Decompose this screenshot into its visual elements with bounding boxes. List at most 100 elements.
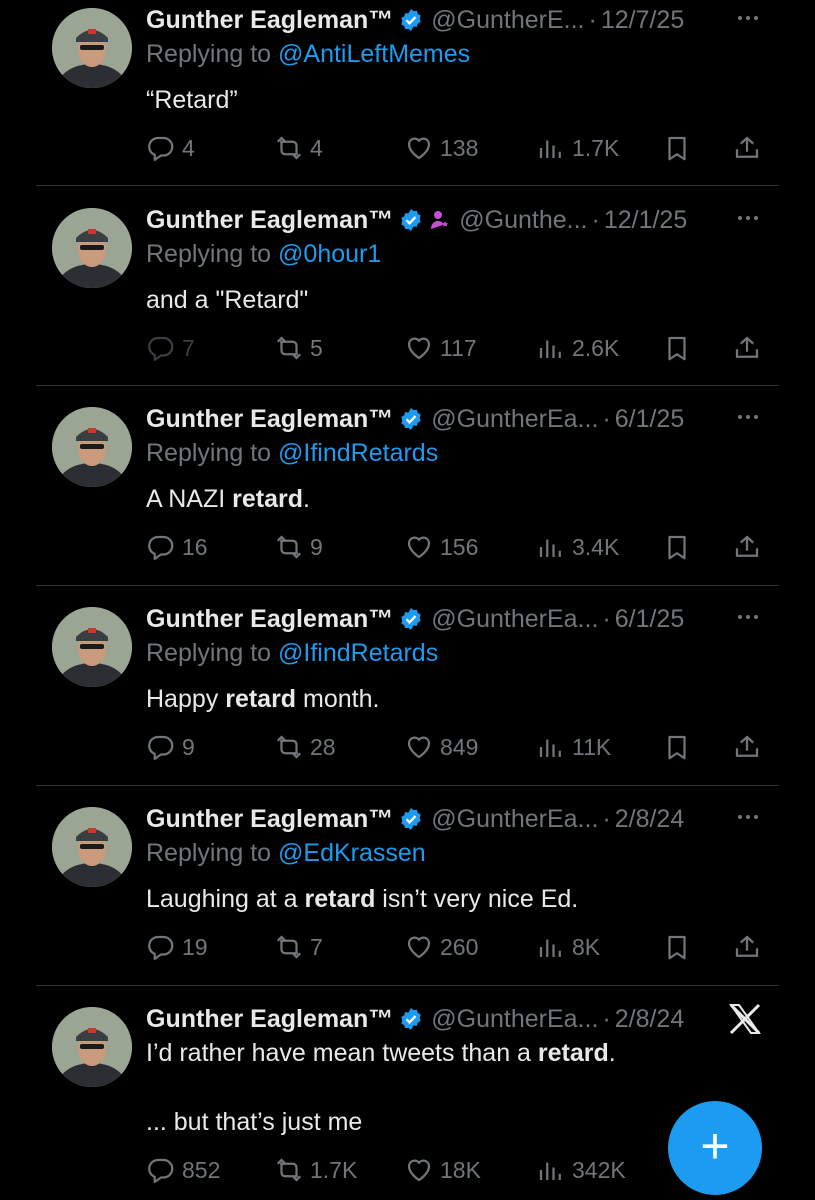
like-count: 260	[440, 933, 479, 960]
reply-button[interactable]: 19	[146, 930, 208, 964]
reply-button[interactable]: 16	[146, 530, 208, 564]
compose-button[interactable]: +	[668, 1101, 762, 1195]
replying-to-label: Replying to	[146, 439, 272, 467]
repost-icon	[276, 1158, 302, 1182]
author-name[interactable]: Gunther Eagleman™	[146, 605, 393, 634]
avatar[interactable]	[52, 208, 132, 288]
tweet-date[interactable]: 2/8/24	[615, 805, 685, 834]
author-handle[interactable]: @Gunthe...	[459, 206, 587, 235]
author-handle[interactable]: @GuntherEa...	[431, 405, 598, 434]
like-button[interactable]: 156	[404, 530, 478, 564]
mention-link[interactable]: @EdKrassen	[278, 839, 426, 867]
author-name[interactable]: Gunther Eagleman™	[146, 206, 393, 235]
views-button[interactable]: 342K	[536, 1153, 626, 1187]
share-button[interactable]	[732, 930, 768, 964]
bookmark-button[interactable]	[662, 530, 698, 564]
x-logo-icon[interactable]	[727, 1001, 763, 1037]
tweet-text-part: .	[303, 485, 310, 513]
author-handle[interactable]: @GuntherEa...	[431, 805, 598, 834]
repost-button[interactable]: 4	[274, 131, 323, 165]
bookmark-button[interactable]	[662, 930, 698, 964]
replying-to: Replying to @IfindRetards	[146, 439, 438, 468]
repost-count: 5	[310, 334, 323, 361]
tweet[interactable]: Gunther Eagleman™ @GuntherEa... · 6/1/25…	[0, 586, 815, 786]
repost-button[interactable]: 7	[274, 930, 323, 964]
more-dots-icon[interactable]	[735, 8, 761, 28]
views-count: 11K	[572, 733, 612, 760]
share-icon	[735, 535, 759, 557]
author-name[interactable]: Gunther Eagleman™	[146, 1005, 393, 1034]
tweet[interactable]: Gunther Eagleman™ @GuntherE... · 12/7/25…	[0, 0, 815, 186]
mention-link[interactable]: @IfindRetards	[278, 639, 438, 667]
like-button[interactable]: 138	[404, 131, 478, 165]
views-button[interactable]: 11K	[536, 730, 611, 764]
reply-button[interactable]: 7	[146, 331, 195, 365]
repost-button[interactable]: 28	[274, 730, 336, 764]
replying-to: Replying to @IfindRetards	[146, 639, 438, 668]
share-button[interactable]	[732, 131, 768, 165]
views-button[interactable]: 1.7K	[536, 131, 619, 165]
tweet-text-part: .	[608, 1039, 616, 1067]
repost-button[interactable]: 5	[274, 331, 323, 365]
avatar[interactable]	[52, 807, 132, 887]
separator-dot: ·	[588, 5, 597, 34]
bookmark-button[interactable]	[662, 331, 698, 365]
more-dots-icon[interactable]	[735, 607, 761, 627]
views-button[interactable]: 3.4K	[536, 530, 619, 564]
views-button[interactable]: 8K	[536, 930, 600, 964]
tweet-date[interactable]: 6/1/25	[615, 405, 685, 434]
reply-count: 16	[182, 533, 208, 560]
avatar[interactable]	[52, 1007, 132, 1087]
avatar[interactable]	[52, 8, 132, 88]
reply-button[interactable]: 852	[146, 1153, 220, 1187]
like-button[interactable]: 849	[404, 730, 478, 764]
more-dots-icon[interactable]	[735, 407, 761, 427]
repost-button[interactable]: 1.7K	[274, 1153, 357, 1187]
author-handle[interactable]: @GuntherEa...	[431, 1005, 598, 1034]
repost-icon	[276, 535, 302, 559]
tweet[interactable]: Gunther Eagleman™ @GuntherEa... · 2/8/24…	[0, 786, 815, 986]
tweet-date[interactable]: 6/1/25	[615, 605, 685, 634]
share-button[interactable]	[732, 530, 768, 564]
bookmark-button[interactable]	[662, 131, 698, 165]
tweet-text-part: A NAZI	[146, 485, 233, 513]
avatar[interactable]	[52, 607, 132, 687]
tweet-date[interactable]: 2/8/24	[615, 1005, 685, 1034]
bookmark-button[interactable]	[662, 730, 698, 764]
reply-button[interactable]: 4	[146, 131, 195, 165]
repost-button[interactable]: 9	[274, 530, 323, 564]
avatar[interactable]	[52, 407, 132, 487]
separator-dot: ·	[602, 404, 611, 433]
reply-button[interactable]: 9	[146, 730, 195, 764]
more-dots-icon[interactable]	[735, 807, 761, 827]
views-icon	[539, 1162, 561, 1180]
tweet-header: Gunther Eagleman™ @GuntherEa... · 6/1/25	[146, 402, 755, 436]
author-handle[interactable]: @GuntherE...	[431, 6, 584, 35]
author-name[interactable]: Gunther Eagleman™	[146, 805, 393, 834]
more-dots-icon[interactable]	[735, 208, 761, 228]
tweet-date[interactable]: 12/1/25	[604, 206, 687, 235]
affiliate-person-icon[interactable]	[429, 209, 451, 231]
tweet-date[interactable]: 12/7/25	[601, 6, 684, 35]
tweet[interactable]: Gunther Eagleman™ @GuntherEa... · 6/1/25…	[0, 386, 815, 586]
mention-link[interactable]: @AntiLeftMemes	[278, 40, 470, 68]
views-button[interactable]: 2.6K	[536, 331, 619, 365]
share-icon	[735, 336, 759, 358]
like-count: 117	[440, 334, 477, 361]
tweet-text-bold: retard	[232, 485, 304, 513]
author-handle[interactable]: @GuntherEa...	[431, 605, 598, 634]
share-icon	[735, 735, 759, 757]
like-button[interactable]: 117	[404, 331, 477, 365]
share-button[interactable]	[732, 730, 768, 764]
tweet[interactable]: Gunther Eagleman™ @Gunthe... · 12/1/25 R…	[0, 186, 815, 386]
mention-link[interactable]: @IfindRetards	[278, 439, 438, 467]
mention-link[interactable]: @0hour1	[278, 240, 381, 268]
action-bar: 4 4 138 1.7K	[146, 131, 766, 165]
like-button[interactable]: 18K	[404, 1153, 481, 1187]
tweet-header: Gunther Eagleman™ @Gunthe... · 12/1/25	[146, 203, 755, 237]
author-name[interactable]: Gunther Eagleman™	[146, 6, 393, 35]
like-button[interactable]: 260	[404, 930, 478, 964]
reply-icon	[148, 336, 174, 361]
author-name[interactable]: Gunther Eagleman™	[146, 405, 393, 434]
share-button[interactable]	[732, 331, 768, 365]
